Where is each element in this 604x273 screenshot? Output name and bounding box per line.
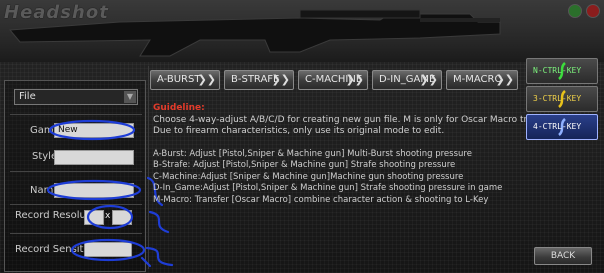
record-sensitivity-field[interactable] xyxy=(84,242,132,257)
mode-description: B-Strafe: Adjust [Pistol,Sniper & Machin… xyxy=(153,160,456,170)
mode-button-d-in-game[interactable]: D-IN_GAME ❯❯ xyxy=(372,70,442,90)
ctrl-key-button-3[interactable]: 3-CTRL-KEY xyxy=(526,86,598,112)
header-banner: Headshot xyxy=(0,0,604,62)
close-icon[interactable] xyxy=(586,4,600,18)
divider xyxy=(10,233,142,234)
file-dropdown-value: File xyxy=(19,91,36,102)
divider xyxy=(10,114,142,115)
mode-button-c-machine[interactable]: C-MACHINE ❯❯ xyxy=(298,70,368,90)
minimize-icon[interactable] xyxy=(568,4,582,18)
guideline-line: Choose 4-way-adjust A/B/C/D for creating… xyxy=(153,115,558,125)
ctrl-key-button-n[interactable]: N-CTRL-KEY xyxy=(526,58,598,84)
divider xyxy=(10,171,142,172)
mode-description: M-Macro: Transfer [Oscar Macro] combine … xyxy=(153,195,489,205)
style-field[interactable] xyxy=(54,150,134,165)
app-window: Headshot File ▼ Game New Style Name Reco… xyxy=(0,0,604,273)
file-dropdown[interactable]: File ▼ xyxy=(14,89,138,105)
app-title: Headshot xyxy=(4,2,109,23)
divider xyxy=(10,204,142,205)
mode-button-a-burst[interactable]: A-BURST ❯❯ xyxy=(150,70,220,90)
mode-description: D-In_Game:Adjust [Pistol,Sniper & Machin… xyxy=(153,183,503,193)
guideline-line: Due to firearm characteristics, only use… xyxy=(153,126,445,136)
ctrl-key-label: 3-CTRL-KEY xyxy=(533,94,582,103)
game-field[interactable]: New xyxy=(54,123,134,138)
mode-description: A-Burst: Adjust [Pistol,Sniper & Machine… xyxy=(153,149,472,159)
resolution-height-field[interactable] xyxy=(112,210,132,225)
double-chevron-icon: ❯❯ xyxy=(495,73,514,86)
back-button[interactable]: BACK xyxy=(534,247,592,265)
double-chevron-icon: ❯❯ xyxy=(345,73,364,86)
ctrl-key-label: 4-CTRL-KEY xyxy=(533,122,582,131)
mode-button-m-macro[interactable]: M-MACRO ❯❯ xyxy=(446,70,518,90)
mode-label: A-BURST xyxy=(157,74,201,85)
resolution-width-field[interactable] xyxy=(84,210,104,225)
double-chevron-icon: ❯❯ xyxy=(419,73,438,86)
mode-description: C-Machine:Adjust [Sniper & Machine gun]M… xyxy=(153,172,464,182)
double-chevron-icon: ❯❯ xyxy=(197,73,216,86)
chevron-down-icon[interactable]: ▼ xyxy=(124,91,136,103)
ctrl-key-button-4[interactable]: 4-CTRL-KEY xyxy=(526,114,598,140)
double-chevron-icon: ❯❯ xyxy=(271,73,290,86)
window-controls xyxy=(568,4,600,18)
mode-button-b-strafe[interactable]: B-STRAFE ❯❯ xyxy=(224,70,294,90)
guideline-title: Guideline: xyxy=(153,103,205,113)
resolution-separator: x xyxy=(105,211,111,221)
name-field[interactable] xyxy=(54,183,134,198)
ctrl-key-label: N-CTRL-KEY xyxy=(533,66,582,75)
